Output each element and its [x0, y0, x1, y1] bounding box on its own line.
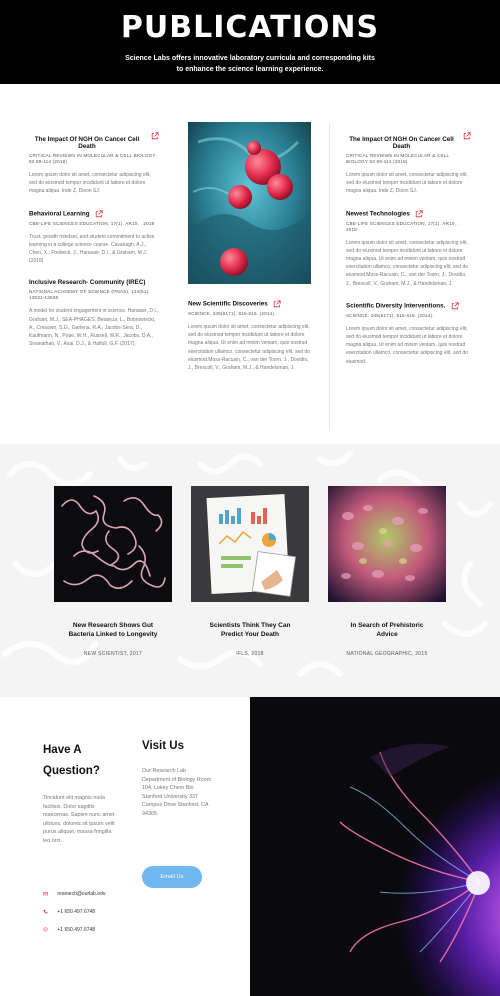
- publication-title[interactable]: Scientific Diversity Interventions.: [346, 302, 445, 309]
- news-source: NATIONAL GEOGRAPHIC, 2015: [346, 651, 428, 657]
- news-source: NEW SCIENTIST, 2017: [83, 651, 143, 657]
- fax-number[interactable]: +1 650.497.6748: [57, 927, 95, 933]
- hero-subtitle: Science Labs offers innovative laborator…: [125, 55, 375, 73]
- publication-title[interactable]: Behavioral Learning: [29, 210, 90, 217]
- plasma-ball-image: [250, 697, 500, 996]
- phone-number[interactable]: +1 650.497.6748: [57, 909, 95, 915]
- gut-bacteria-image: [54, 486, 172, 602]
- charts-paper-image: [191, 486, 309, 602]
- question-text: Tincidunt elit magnis nulla facilisis. D…: [43, 795, 115, 844]
- publication-entry: The Impact Of NGH On Cancer Cell Death C…: [346, 132, 471, 196]
- publications-section: The Impact Of NGH On Cancer Cell Death C…: [0, 84, 500, 444]
- news-card[interactable]: In Search of Prehistoric Advice NATIONAL…: [328, 486, 446, 657]
- plasma-ball-graphic: [250, 697, 500, 996]
- publication-title[interactable]: The Impact Of NGH On Cancer Cell Death: [29, 136, 159, 150]
- question-heading: Have A Question?: [43, 744, 100, 777]
- email-line[interactable]: research@ourlab.edu: [43, 891, 106, 897]
- news-title[interactable]: New Research Shows Gut Bacteria Linked t…: [54, 621, 172, 639]
- external-link-icon[interactable]: [463, 132, 471, 140]
- external-link-icon[interactable]: [273, 300, 281, 308]
- publications-left-column: The Impact Of NGH On Cancer Cell Death C…: [29, 132, 159, 358]
- external-link-icon[interactable]: [451, 302, 459, 310]
- envelope-icon: [43, 892, 48, 896]
- publication-source: CRITICAL REVIEWS IN MOLECULAR & CELL BIO…: [29, 153, 156, 164]
- fax-line[interactable]: +1 650.497.6748: [43, 927, 95, 933]
- external-link-icon[interactable]: [151, 132, 159, 140]
- publications-middle-column: New Scientific Discoveries SCIENCE, 345(…: [188, 122, 313, 382]
- coral-image: [328, 486, 446, 602]
- publication-title[interactable]: Inclusive Research- Community (IREC): [29, 279, 146, 286]
- news-section: New Research Shows Gut Bacteria Linked t…: [0, 444, 500, 697]
- email-us-button[interactable]: Email Us: [142, 866, 202, 888]
- cancer-cell-image: [188, 122, 311, 284]
- publication-title[interactable]: New Scientific Discoveries: [188, 300, 268, 307]
- publication-entry: Newest Technologies CBE-LIFE SCIENCES ED…: [346, 210, 471, 288]
- publication-summary: Lorem ipsum dolor sit amet, consectetur …: [188, 324, 311, 372]
- publication-summary: A model for student engagement in scienc…: [29, 308, 159, 348]
- publication-summary: Lorem ipsum dolor sit amet, consectetur …: [346, 325, 469, 365]
- publication-entry: Behavioral Learning CBE-LIFE SCIENCES ED…: [29, 210, 159, 266]
- publication-summary: Trust, growth mindset, and student commi…: [29, 233, 155, 265]
- publication-source: NATIONAL ACADEMY OF SCIENCE (PNAS), 134(…: [29, 289, 150, 301]
- email-address[interactable]: research@ourlab.edu: [57, 891, 105, 897]
- phone-line[interactable]: +1 650.497.6748: [43, 909, 95, 915]
- publications-right-column: The Impact Of NGH On Cancer Cell Death C…: [346, 132, 471, 376]
- publication-source: CBE-LIFE SCIENCES EDUCATION, 17(1), AR10…: [346, 220, 459, 232]
- hero-banner: PUBLICATIONS Science Labs offers innovat…: [0, 0, 500, 84]
- contact-section: Have A Question? Tincidunt elit magnis n…: [0, 697, 250, 996]
- news-title[interactable]: Scientists Think They Can Predict Your D…: [191, 621, 309, 639]
- news-card[interactable]: New Research Shows Gut Bacteria Linked t…: [54, 486, 172, 657]
- address-text: Our Research Lab Department of Biology R…: [142, 768, 212, 817]
- publication-title[interactable]: The Impact Of NGH On Cancer Cell Death: [346, 136, 471, 150]
- publication-summary: Lorem ipsum dolor sit amet, consectetur …: [29, 172, 151, 195]
- publication-summary: Lorem ipsum dolor sit amet, consectetur …: [346, 172, 468, 195]
- publication-source: CBE-LIFE SCIENCES EDUCATION, 17(1), AR10…: [29, 220, 155, 226]
- publication-entry: New Scientific Discoveries SCIENCE, 345(…: [188, 300, 313, 372]
- publication-source: SCIENCE, 345(6171), 815-816. (2014).: [346, 312, 434, 318]
- publication-source: CRITICAL REVIEWS IN MOLECULAR & CELL BIO…: [346, 153, 450, 164]
- news-card[interactable]: Scientists Think They Can Predict Your D…: [191, 486, 309, 657]
- fax-icon: [43, 927, 48, 932]
- news-title[interactable]: In Search of Prehistoric Advice: [328, 621, 446, 639]
- column-divider: [329, 124, 330, 430]
- publication-summary: Lorem ipsum dolor sit amet, consectetur …: [346, 239, 469, 287]
- external-link-icon[interactable]: [95, 210, 103, 218]
- publication-entry: Scientific Diversity Interventions. SCIE…: [346, 302, 471, 366]
- news-source: IFLS, 2018: [236, 651, 264, 657]
- visit-heading: Visit Us: [142, 740, 184, 752]
- publication-entry: The Impact Of NGH On Cancer Cell Death C…: [29, 132, 159, 196]
- external-link-icon[interactable]: [415, 210, 423, 218]
- publication-source: SCIENCE, 345(6171), 815-816. (2014).: [188, 311, 276, 316]
- page-title: PUBLICATIONS: [120, 10, 380, 45]
- publication-title[interactable]: Newest Technologies: [346, 210, 410, 217]
- publication-entry: Inclusive Research- Community (IREC) NAT…: [29, 279, 159, 348]
- phone-icon: [43, 909, 48, 914]
